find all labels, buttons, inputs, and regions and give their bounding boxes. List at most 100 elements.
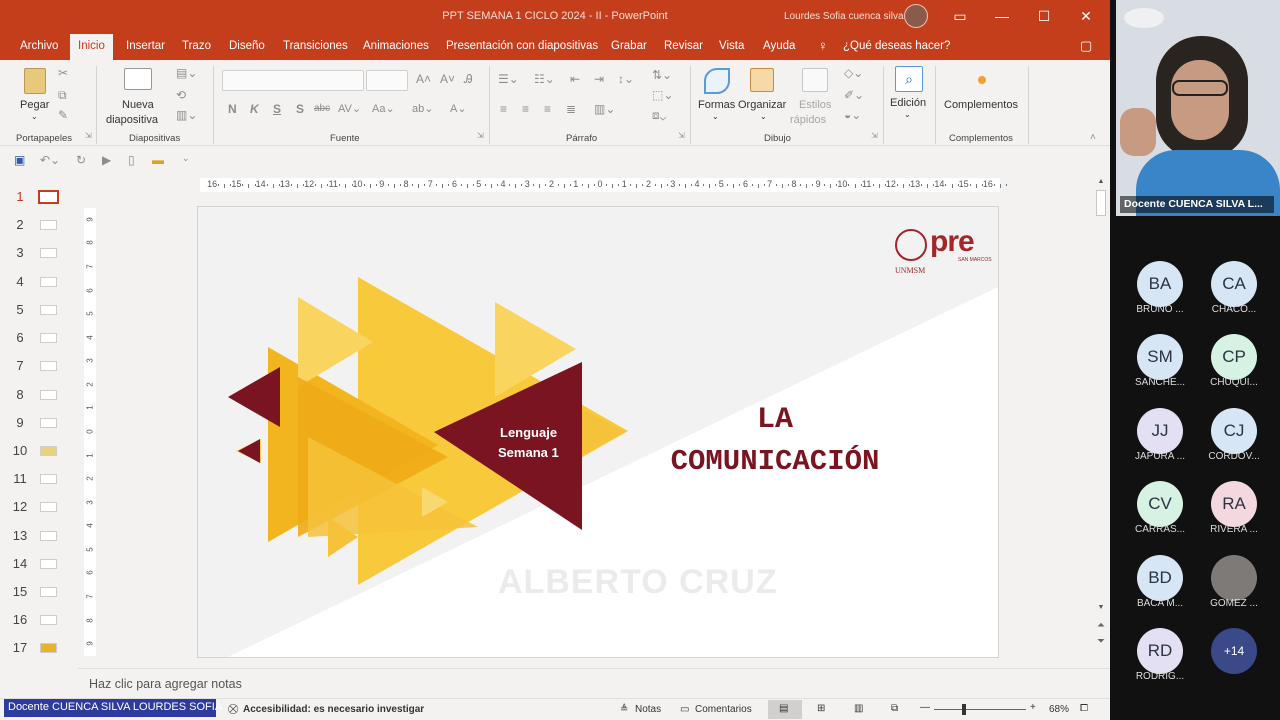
copy-icon[interactable]: ⧉ [58,88,67,103]
lightbulb-icon[interactable]: ♀ [818,38,828,53]
arrange-dropdown-icon[interactable]: ⌄ [760,112,767,121]
tab-diseno[interactable]: Diseño [229,40,265,52]
shape-fill-icon[interactable]: ◇⌄ [844,66,863,80]
thumbnail-item[interactable]: 13 [0,526,78,546]
thumbnail-item[interactable]: 6 [0,328,78,348]
new-slide-label-1[interactable]: Nueva [122,99,154,111]
justify-icon[interactable]: ≣ [566,102,576,116]
thumbnail-item[interactable]: 12 [0,497,78,517]
redo-icon[interactable]: ↻ [76,153,86,167]
thumbnail-item[interactable]: 5 [0,300,78,320]
tab-insertar[interactable]: Insertar [126,40,165,52]
bullets-icon[interactable]: ☰⌄ [498,72,519,86]
text-direction-icon[interactable]: ⇅⌄ [652,68,672,82]
vertical-scrollbar[interactable]: ▲ ▼ ⏶ ⏷ [1094,176,1108,668]
participant-avatar[interactable]: CJ [1211,407,1257,454]
thumbnail-preview[interactable] [40,587,57,597]
slide-title-line1[interactable]: LA [628,403,922,437]
align-center-icon[interactable]: ≡ [522,102,529,116]
dialog-launcher-icon[interactable]: ⇲ [85,131,92,140]
comments-toggle[interactable]: Comentarios [695,704,752,715]
zoom-slider-thumb[interactable] [962,704,966,715]
thumbnail-item[interactable]: 2 [0,215,78,235]
thumbnail-preview[interactable] [40,615,57,625]
font-size-select[interactable] [366,70,408,91]
char-spacing-icon[interactable]: AV⌄ [338,102,361,115]
accessibility-status[interactable]: Accesibilidad: es necesario investigar [243,704,424,715]
tab-ayuda[interactable]: Ayuda [763,40,795,52]
previous-slide-icon[interactable]: ⏶ [1095,620,1107,631]
format-painter-icon[interactable]: ✎ [58,108,68,122]
editing-button[interactable]: Edición [890,97,926,109]
new-file-icon[interactable]: ▯ [128,153,135,167]
thumbnail-item[interactable]: 4 [0,272,78,292]
quick-styles-label-2[interactable]: rápidos [790,114,826,126]
notes-placeholder[interactable]: Haz clic para agregar notas [89,677,242,691]
close-icon[interactable]: ✕ [1076,6,1096,26]
tab-inicio[interactable]: Inicio [70,34,113,60]
tab-trazo[interactable]: Trazo [182,40,211,52]
participant-avatar[interactable]: CV [1137,481,1183,528]
notes-pane[interactable]: Haz clic para agregar notas [78,668,1110,698]
tab-revisar[interactable]: Revisar [664,40,703,52]
increase-indent-icon[interactable]: ⇥ [594,72,604,86]
slide-sorter-icon[interactable]: ⊞ [817,703,825,714]
more-participants-button[interactable]: +14 [1211,628,1257,674]
addins-icon[interactable] [978,76,986,84]
thumbnail-preview[interactable] [40,390,57,400]
horizontal-ruler[interactable]: 16 15 14 13 12 11 10 9 8 7 6 5 4 3 2 1 0 1 2 3 4 5 6 7 8 9 10 11 12 1… [200,178,1008,192]
align-right-icon[interactable]: ≡ [544,102,551,116]
save-icon[interactable]: ▣ [14,153,25,167]
slideshow-icon[interactable]: ⧉ [891,703,898,714]
thumbnail-preview[interactable] [40,248,57,258]
thumbnail-item[interactable]: 10 [0,441,78,461]
thumbnail-item[interactable]: 15 [0,582,78,602]
thumbnail-preview[interactable] [38,190,59,204]
user-avatar[interactable] [904,4,928,28]
reset-icon[interactable]: ⟲ [176,88,186,102]
next-slide-icon[interactable]: ⏷ [1095,636,1107,647]
thumbnail-item[interactable]: 16 [0,610,78,630]
line-spacing-icon[interactable]: ↕⌄ [618,72,634,86]
dialog-launcher-icon[interactable]: ⇲ [678,131,685,140]
maximize-icon[interactable]: ☐ [1034,6,1054,26]
thumbnail-item[interactable]: 8 [0,385,78,405]
underline-icon[interactable]: S [273,102,281,116]
thumbnail-preview[interactable] [40,220,57,230]
numbering-icon[interactable]: ☷⌄ [534,72,555,86]
shape-outline-icon[interactable]: ✐⌄ [844,88,864,102]
thumbnail-preview[interactable] [40,502,57,512]
thumbnail-preview[interactable] [40,333,57,343]
tab-grabar[interactable]: Grabar [611,40,647,52]
arrange-button[interactable]: Organizar [738,99,786,111]
thumbnail-item[interactable]: 7 [0,356,78,376]
editing-dropdown-icon[interactable]: ⌄ [904,110,911,119]
cut-icon[interactable]: ✂ [58,66,68,80]
shapes-dropdown-icon[interactable]: ⌄ [712,112,719,121]
smartart-icon[interactable]: ⧈⌄ [652,108,666,123]
zoom-slider[interactable] [934,709,1026,710]
zoom-out-icon[interactable]: — [920,702,930,713]
paste-icon[interactable] [24,68,46,94]
tab-transiciones[interactable]: Transiciones [283,40,348,52]
layout-icon[interactable]: ▤⌄ [176,66,197,80]
normal-view-button[interactable]: ▤ [768,700,802,719]
scroll-thumb[interactable] [1096,190,1106,216]
participant-avatar[interactable]: JJ [1137,407,1183,454]
start-presentation-icon[interactable]: ▶ [102,153,111,167]
user-name[interactable]: Lourdes Sofia cuenca silva [784,11,904,22]
presenter-video[interactable]: Docente CUENCA SILVA L... [1116,0,1280,216]
scroll-down-icon[interactable]: ▼ [1096,604,1106,614]
participant-avatar[interactable]: RA [1211,481,1257,528]
change-case-icon[interactable]: Aa⌄ [372,102,395,115]
comments-toggle-icon[interactable]: ▭ [680,704,689,715]
participant-avatar[interactable]: RD [1137,628,1183,674]
notes-toggle-icon[interactable]: ≜ [620,704,628,715]
comments-icon[interactable]: ▢ [1080,38,1092,54]
fit-to-window-icon[interactable]: ⧠ [1080,703,1088,714]
strikethrough-icon[interactable]: abc [314,103,330,114]
zoom-in-icon[interactable]: + [1030,702,1036,713]
thumbnail-preview[interactable] [40,418,57,428]
thumbnail-item[interactable]: 14 [0,554,78,574]
quick-styles-icon[interactable] [802,68,828,92]
